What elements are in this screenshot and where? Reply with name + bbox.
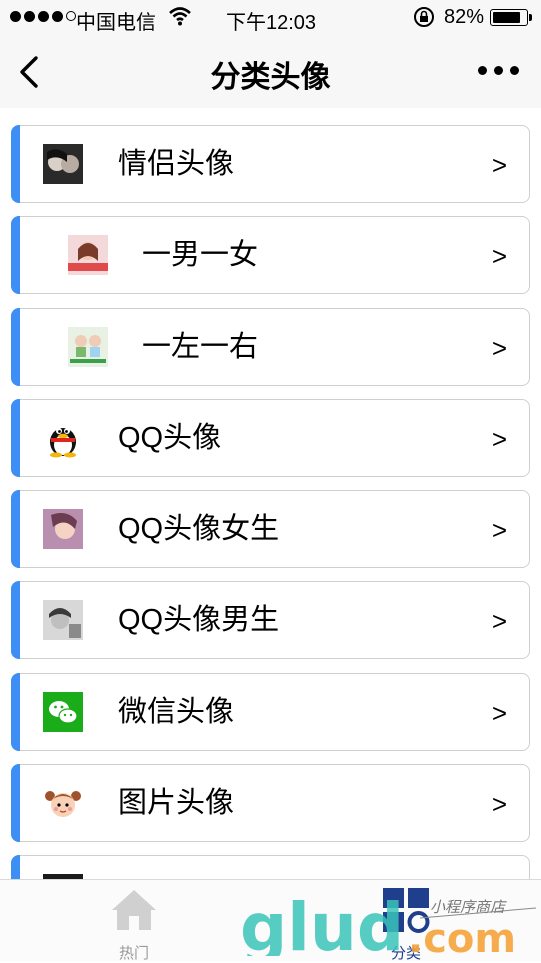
cartoon-girl-icon bbox=[43, 783, 83, 823]
chevron-right-icon: > bbox=[491, 241, 507, 271]
girl-photo-thumbnail bbox=[43, 509, 83, 549]
tab-hot[interactable]: 热门 bbox=[74, 886, 194, 963]
clock: 下午12:03 bbox=[226, 12, 317, 34]
battery-icon bbox=[490, 9, 532, 26]
category-label: 一男一女 bbox=[142, 239, 259, 271]
list-item-qq-girl[interactable]: QQ头像女生 > bbox=[11, 490, 530, 568]
pair-photo-thumbnail bbox=[68, 327, 108, 367]
list-item-qq-boy[interactable]: QQ头像男生 > bbox=[11, 581, 530, 659]
carrier-name: 中国电信 bbox=[76, 12, 156, 34]
category-label: 微信头像 bbox=[118, 696, 235, 728]
chevron-right-icon: > bbox=[491, 150, 507, 180]
chevron-right-icon: > bbox=[491, 606, 507, 636]
chevron-right-icon: > bbox=[491, 515, 507, 545]
accent-bar bbox=[11, 399, 20, 477]
category-label: QQ头像 bbox=[118, 422, 222, 454]
wifi-icon bbox=[169, 7, 191, 26]
couple-photo-thumbnail bbox=[43, 144, 83, 184]
accent-bar bbox=[11, 581, 20, 659]
accent-bar bbox=[11, 673, 20, 751]
status-bar: 中国电信 下午12:03 82% bbox=[0, 0, 541, 36]
chevron-right-icon: > bbox=[491, 698, 507, 728]
accent-bar bbox=[11, 216, 20, 294]
chevron-right-icon: > bbox=[491, 789, 507, 819]
list-item-left-right[interactable]: 一左一右 > bbox=[11, 308, 530, 386]
list-item-picture-avatar[interactable]: 图片头像 > bbox=[11, 764, 530, 842]
wechat-icon bbox=[43, 692, 83, 732]
battery-percent: 82% bbox=[444, 6, 485, 28]
more-options-icon[interactable] bbox=[478, 66, 519, 75]
list-item-boy-girl[interactable]: 一男一女 > bbox=[11, 216, 530, 294]
list-item-qq-avatar[interactable]: QQ头像 > bbox=[11, 399, 530, 477]
list-item-couple-avatar[interactable]: 情侣头像 > bbox=[11, 125, 530, 203]
navigation-bar: 分类头像 bbox=[0, 36, 541, 108]
list-item-wechat-avatar[interactable]: 微信头像 > bbox=[11, 673, 530, 751]
accent-bar bbox=[11, 764, 20, 842]
page-title: 分类头像 bbox=[210, 61, 331, 94]
accent-bar bbox=[11, 308, 20, 386]
category-icon bbox=[383, 888, 430, 933]
list-item-partial[interactable] bbox=[11, 855, 530, 880]
tab-category[interactable]: 分类 bbox=[346, 886, 466, 963]
chevron-right-icon: > bbox=[491, 333, 507, 363]
rotation-lock-icon bbox=[414, 7, 434, 27]
girl-photo-thumbnail bbox=[68, 235, 108, 275]
signal-strength-icon bbox=[10, 11, 76, 22]
boy-photo-thumbnail bbox=[43, 600, 83, 640]
qq-penguin-icon bbox=[43, 418, 83, 458]
chevron-right-icon: > bbox=[491, 424, 507, 454]
accent-bar bbox=[11, 490, 20, 568]
category-label: 一左一右 bbox=[142, 331, 259, 363]
accent-bar bbox=[11, 125, 20, 203]
category-label: QQ头像男生 bbox=[118, 604, 280, 636]
category-label: QQ头像女生 bbox=[118, 513, 280, 545]
category-label: 情侣头像 bbox=[118, 148, 235, 180]
home-icon bbox=[112, 890, 156, 930]
accent-bar bbox=[11, 855, 20, 880]
category-label: 图片头像 bbox=[118, 787, 235, 819]
tab-bar: 热门 分类 bbox=[0, 879, 541, 963]
category-list: 情侣头像 > 一男一女 > 一左一右 > QQ头像 > QQ头像女生 > QQ头… bbox=[0, 108, 541, 880]
